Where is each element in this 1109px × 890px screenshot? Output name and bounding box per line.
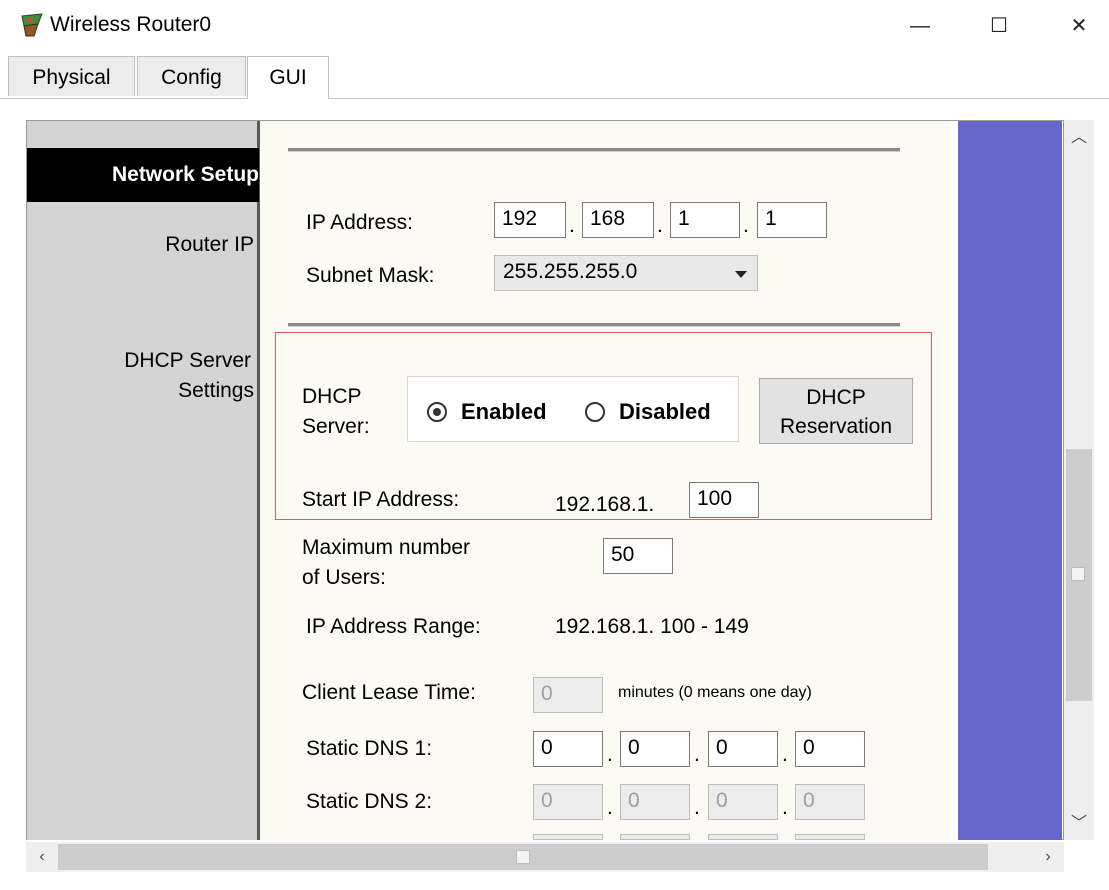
lease-time-input[interactable]: 0: [533, 677, 603, 713]
max-users-label-line1: Maximum number: [302, 536, 471, 559]
lease-time-note: minutes (0 means one day): [618, 684, 812, 701]
section-divider: [288, 148, 900, 152]
ip-dot: .: [657, 214, 663, 237]
dns2-octet-4-input[interactable]: 0: [795, 784, 865, 820]
lease-time-label: Client Lease Time:: [302, 681, 476, 704]
reservation-label-line1: DHCP: [806, 386, 866, 409]
subnet-mask-label: Subnet Mask:: [306, 264, 435, 287]
dhcp-section-label-line1: DHCP Server: [124, 349, 251, 372]
dhcp-server-label-line2: Server:: [302, 415, 370, 438]
dns-dot: .: [607, 796, 613, 819]
ip-octet-2-input[interactable]: 168: [582, 202, 654, 238]
start-ip-input[interactable]: 100: [689, 482, 759, 518]
tab-config[interactable]: Config: [137, 56, 246, 96]
dns2-octet-3-input[interactable]: 0: [708, 784, 778, 820]
scroll-grip-icon: [516, 850, 530, 864]
maximize-button[interactable]: ☐: [974, 6, 1024, 46]
window-title: Wireless Router0: [50, 13, 212, 36]
subnet-mask-select[interactable]: 255.255.255.0: [494, 255, 758, 291]
dns-dot: .: [782, 743, 788, 766]
section-divider: [288, 323, 900, 327]
ip-dot: .: [569, 214, 575, 237]
dns3-octet-4-input[interactable]: [795, 834, 865, 840]
minimize-button[interactable]: —: [895, 6, 945, 46]
dns3-octet-1-input[interactable]: [533, 834, 603, 840]
dhcp-reservation-button[interactable]: DHCP Reservation: [759, 378, 913, 444]
dns2-label: Static DNS 2:: [306, 790, 433, 813]
dns-dot: .: [782, 796, 788, 819]
ip-dot: .: [743, 214, 749, 237]
sidebar: [27, 121, 257, 840]
ip-address-label: IP Address:: [306, 211, 414, 234]
dns-dot: .: [694, 796, 700, 819]
dns1-label: Static DNS 1:: [306, 737, 433, 760]
dns2-octet-1-input[interactable]: 0: [533, 784, 603, 820]
dns-dot: .: [694, 743, 700, 766]
dns3-octet-3-input[interactable]: [708, 834, 778, 840]
disabled-radio[interactable]: [585, 402, 605, 422]
start-ip-label: Start IP Address:: [302, 488, 460, 511]
dns3-octet-2-input[interactable]: [620, 834, 690, 840]
dhcp-section-label-line2: Settings: [178, 379, 254, 402]
dns-dot: .: [607, 743, 613, 766]
ip-range-value: 192.168.1. 100 - 149: [555, 615, 749, 638]
radio-selected-dot: [433, 408, 441, 416]
tab-physical[interactable]: Physical: [8, 56, 135, 96]
start-ip-prefix: 192.168.1.: [555, 493, 655, 516]
router-ip-section-label: Router IP: [165, 233, 254, 256]
scroll-up-icon[interactable]: ︿: [1065, 124, 1093, 152]
network-setup-header: Network Setup: [27, 148, 259, 202]
column-divider: [257, 121, 260, 840]
dns1-octet-4-input[interactable]: 0: [795, 731, 865, 767]
chevron-down-icon: [735, 271, 747, 278]
accent-column: [958, 121, 1062, 840]
ip-octet-1-input[interactable]: 192: [494, 202, 566, 238]
disabled-label[interactable]: Disabled: [619, 399, 711, 425]
dns1-octet-1-input[interactable]: 0: [533, 731, 603, 767]
subnet-mask-value: 255.255.255.0: [503, 260, 638, 283]
close-button[interactable]: ✕: [1054, 6, 1104, 46]
enabled-label[interactable]: Enabled: [461, 399, 547, 425]
reservation-label-line2: Reservation: [779, 415, 893, 438]
scroll-left-icon[interactable]: ‹: [28, 843, 56, 871]
dns2-octet-2-input[interactable]: 0: [620, 784, 690, 820]
scroll-right-icon[interactable]: ›: [1034, 843, 1062, 871]
ip-octet-4-input[interactable]: 1: [757, 202, 827, 238]
dns1-octet-2-input[interactable]: 0: [620, 731, 690, 767]
router-app-icon: [16, 12, 46, 40]
scroll-grip-icon: [1071, 567, 1085, 581]
scroll-down-icon[interactable]: ﹀: [1065, 810, 1093, 838]
enabled-radio[interactable]: [427, 402, 447, 422]
dhcp-server-label-line1: DHCP: [302, 385, 362, 408]
max-users-label-line2: of Users:: [302, 566, 387, 589]
tab-gui[interactable]: GUI: [247, 56, 329, 99]
ip-octet-3-input[interactable]: 1: [670, 202, 740, 238]
ip-range-label: IP Address Range:: [306, 615, 481, 638]
dns1-octet-3-input[interactable]: 0: [708, 731, 778, 767]
panel-gap: [950, 121, 958, 840]
max-users-input[interactable]: 50: [603, 538, 673, 574]
